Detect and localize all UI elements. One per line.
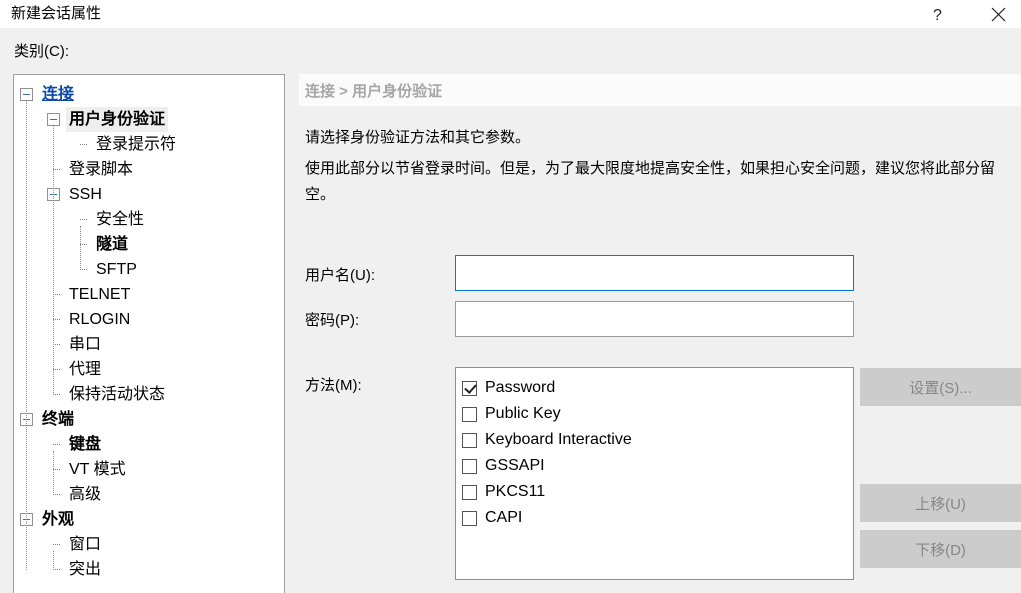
tree-item[interactable]: SSH <box>14 182 284 207</box>
tree-item[interactable]: RLOGIN <box>14 307 284 332</box>
collapse-minus-icon[interactable] <box>47 113 60 126</box>
tree-item-label: 安全性 <box>96 211 145 228</box>
tree-item-label: 代理 <box>69 361 102 378</box>
tree-item-label: 登录脚本 <box>69 161 134 178</box>
title-bar: 新建会话属性 ? <box>0 0 1021 28</box>
tree-item[interactable]: 安全性 <box>14 207 284 232</box>
category-tree-panel[interactable]: 连接用户身份验证登录提示符登录脚本 SSH 安全性隧道 SFTP TELNET RLOGI… <box>13 74 285 593</box>
auth-method-row[interactable]: PKCS11 <box>462 479 853 505</box>
methods-label: 方法(M): <box>305 377 362 394</box>
tree-guide-line <box>53 126 54 395</box>
tree-item[interactable]: 用户身份验证 <box>14 107 284 132</box>
auth-method-label: CAPI <box>485 509 523 526</box>
tree-item-label: 突出 <box>69 561 102 578</box>
checkbox-unchecked-icon[interactable] <box>462 458 477 474</box>
tree-guide-line <box>53 551 54 570</box>
tree-item[interactable]: SFTP <box>14 257 284 282</box>
category-label: 类别(C): <box>14 43 69 60</box>
tree-connector-icon <box>74 138 87 151</box>
session-properties-dialog: 新建会话属性 ? 类别(C): 连接用户身份验证登录提示符登录脚本 SSH 安全性隧… <box>0 0 1021 593</box>
breadcrumb-bar: 连接 > 用户身份验证 <box>299 74 1021 106</box>
tree-item[interactable]: 隧道 <box>14 232 284 257</box>
settings-content-pane: 连接 > 用户身份验证 请选择身份验证方法和其它参数。 使用此部分以节省登录时间… <box>299 74 1021 593</box>
collapse-minus-icon[interactable] <box>20 88 33 101</box>
tree-item-label: 保持活动状态 <box>69 386 166 403</box>
tree-item[interactable]: 代理 <box>14 357 284 382</box>
tree-item-label: 连接 <box>42 86 75 103</box>
tree-item-label: 终端 <box>42 411 75 428</box>
category-tree[interactable]: 连接用户身份验证登录提示符登录脚本 SSH 安全性隧道 SFTP TELNET RLOGI… <box>14 75 284 582</box>
checkbox-unchecked-icon[interactable] <box>462 432 477 448</box>
tree-item[interactable]: 高级 <box>14 482 284 507</box>
username-input[interactable] <box>455 255 854 291</box>
checkbox-checked-icon[interactable] <box>462 380 477 396</box>
tree-item-label: VT 模式 <box>69 461 126 478</box>
tree-item-label: 用户身份验证 <box>66 107 169 132</box>
tree-item-label: 登录提示符 <box>96 136 177 153</box>
tree-item-label: 高级 <box>69 486 102 503</box>
checkbox-unchecked-icon[interactable] <box>462 406 477 422</box>
tree-item[interactable]: 保持活动状态 <box>14 382 284 407</box>
tree-connector-icon <box>47 438 60 451</box>
tree-item-label: 隧道 <box>96 236 129 253</box>
auth-method-row[interactable]: CAPI <box>462 505 853 531</box>
auth-method-row[interactable]: Password <box>462 375 853 401</box>
help-icon[interactable]: ? <box>916 0 961 28</box>
tree-connector-icon <box>47 538 60 551</box>
tree-connector-icon <box>74 213 87 226</box>
tree-item[interactable]: VT 模式 <box>14 457 284 482</box>
tree-item[interactable]: 窗口 <box>14 532 284 557</box>
tree-item-label: 键盘 <box>69 436 102 453</box>
description-line-2: 使用此部分以节省登录时间。但是，为了最大限度地提高安全性，如果担心安全问题，建议… <box>305 160 996 203</box>
tree-guide-line <box>53 451 54 495</box>
tree-item[interactable]: 登录提示符 <box>14 132 284 157</box>
tree-item[interactable]: TELNET <box>14 282 284 307</box>
description-line-1: 请选择身份验证方法和其它参数。 <box>305 129 531 146</box>
tree-item-label: TELNET <box>69 286 131 303</box>
auth-method-label: Keyboard Interactive <box>485 431 632 448</box>
tree-item[interactable]: 串口 <box>14 332 284 357</box>
tree-item[interactable]: 突出 <box>14 557 284 582</box>
tree-item-label: RLOGIN <box>69 311 131 328</box>
auth-method-label: PKCS11 <box>485 483 546 500</box>
window-title: 新建会话属性 <box>11 5 102 22</box>
auth-method-label: GSSAPI <box>485 457 545 474</box>
password-label: 密码(P): <box>305 312 360 329</box>
password-input[interactable] <box>455 301 854 337</box>
auth-method-row[interactable]: Keyboard Interactive <box>462 427 853 453</box>
move-up-button[interactable]: 上移(U) <box>860 484 1021 522</box>
tree-item-label: 外观 <box>42 511 75 528</box>
auth-method-row[interactable]: Public Key <box>462 401 853 427</box>
tree-item[interactable]: 登录脚本 <box>14 157 284 182</box>
auth-method-row[interactable]: GSSAPI <box>462 453 853 479</box>
auth-methods-listbox[interactable]: Password Public Key Keyboard Interactive GS… <box>455 367 854 580</box>
tree-item-label: SSH <box>69 186 102 203</box>
settings-button[interactable]: 设置(S)... <box>860 368 1021 406</box>
tree-item[interactable]: 外观 <box>14 507 284 532</box>
tree-item[interactable]: 键盘 <box>14 432 284 457</box>
breadcrumb: 连接 > 用户身份验证 <box>305 82 443 100</box>
move-down-button[interactable]: 下移(D) <box>860 530 1021 568</box>
tree-guide-line <box>80 226 81 270</box>
checkbox-unchecked-icon[interactable] <box>462 484 477 500</box>
tree-item[interactable]: 连接 <box>14 82 284 107</box>
username-label: 用户名(U): <box>305 267 375 284</box>
tree-guide-line <box>26 101 27 570</box>
svg-text:?: ? <box>933 7 942 23</box>
tree-item-label: 窗口 <box>69 536 102 553</box>
auth-method-label: Public Key <box>485 405 561 422</box>
tree-item[interactable]: 终端 <box>14 407 284 432</box>
auth-method-label: Password <box>485 379 556 396</box>
checkbox-unchecked-icon[interactable] <box>462 510 477 526</box>
tree-item-label: 串口 <box>69 336 102 353</box>
close-icon[interactable] <box>976 0 1021 28</box>
tree-item-label: SFTP <box>96 261 137 278</box>
